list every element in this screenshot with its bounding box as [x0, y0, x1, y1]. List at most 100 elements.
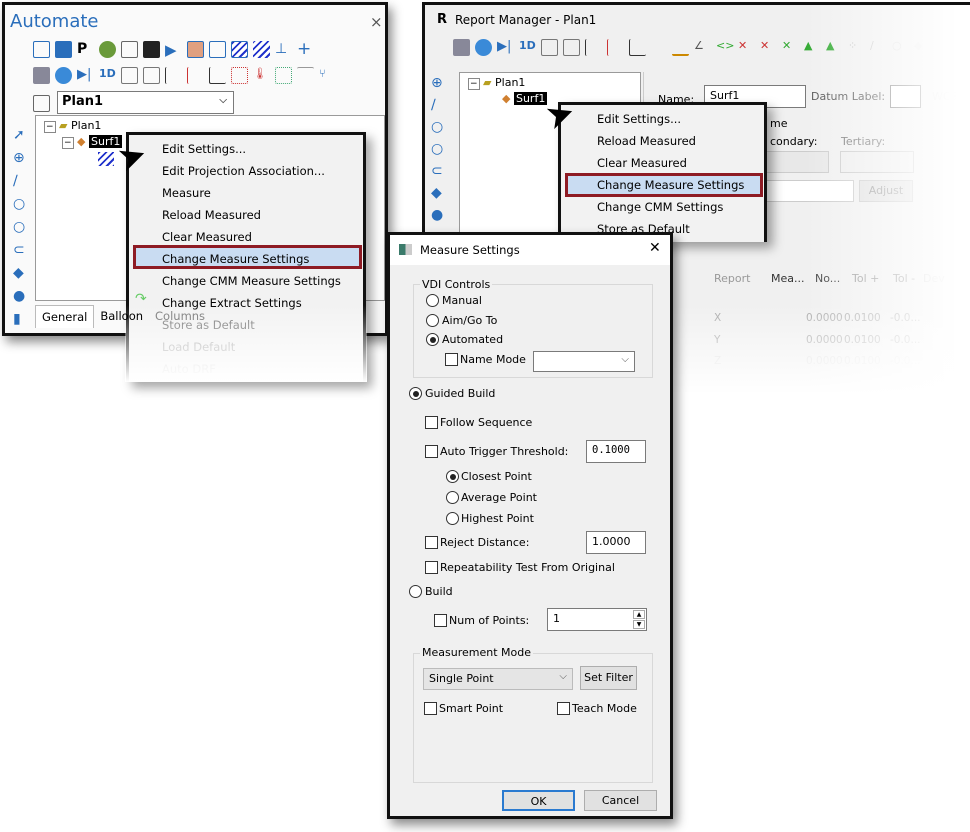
col-tol-plus[interactable]: Tol +: [852, 272, 879, 285]
reject-distance-checkbox[interactable]: [425, 536, 438, 549]
manual-radio[interactable]: [426, 294, 439, 307]
cone-red-icon[interactable]: ▲: [826, 39, 843, 56]
ellipse-icon[interactable]: ○: [431, 141, 449, 157]
secondary-select[interactable]: [764, 151, 829, 173]
thermometer-icon[interactable]: 🌡: [253, 67, 270, 84]
collapse-icon[interactable]: −: [62, 137, 74, 149]
sphere-icon[interactable]: ●: [431, 207, 449, 223]
axes-icon[interactable]: [585, 39, 602, 56]
intersect-red-icon[interactable]: ✕: [760, 39, 777, 56]
measurement-mode-select[interactable]: Single Point ⌵: [423, 668, 573, 690]
menu-item-change-cmm-measure-settings[interactable]: Change CMM Measure Settings: [162, 274, 341, 288]
1d-icon[interactable]: 1D: [99, 67, 116, 84]
field-input[interactable]: [764, 180, 854, 202]
info-icon[interactable]: [475, 39, 492, 56]
datum-icon[interactable]: [607, 39, 624, 56]
tab-balloon[interactable]: Balloon: [94, 305, 149, 328]
distance-icon[interactable]: [672, 39, 689, 56]
teach-mode-checkbox[interactable]: [557, 702, 570, 715]
graph-icon[interactable]: [209, 67, 226, 84]
p-icon[interactable]: P: [77, 41, 94, 58]
1d-icon[interactable]: 1D: [519, 39, 536, 56]
robot-icon[interactable]: [187, 41, 204, 58]
grid-icon[interactable]: [275, 67, 292, 84]
stepper-up-icon[interactable]: ▲: [633, 610, 645, 619]
point-icon[interactable]: ⊕: [13, 150, 31, 166]
branch-icon[interactable]: ⑂: [319, 67, 336, 84]
vision-icon[interactable]: [541, 39, 558, 56]
circle-icon[interactable]: ○: [13, 196, 31, 212]
datum-input[interactable]: [890, 85, 921, 108]
menu-item-reload-measured[interactable]: Reload Measured: [162, 208, 261, 222]
sphere-icon[interactable]: ●: [13, 288, 31, 304]
points-icon[interactable]: ⁘: [848, 39, 865, 56]
num-points-stepper[interactable]: 1 ▲ ▼: [547, 608, 647, 631]
ok-button[interactable]: OK: [502, 790, 575, 811]
col-measured[interactable]: Mea...: [771, 272, 805, 285]
menu-item-edit-settings[interactable]: Edit Settings...: [162, 142, 246, 156]
slot-icon[interactable]: ⊂: [431, 163, 449, 179]
lines-icon[interactable]: [297, 67, 314, 84]
cancel-button[interactable]: Cancel: [584, 790, 657, 811]
plus-icon[interactable]: +: [297, 41, 314, 58]
col-report[interactable]: Report: [714, 272, 750, 285]
circle-icon[interactable]: ○: [431, 119, 449, 135]
probe-icon[interactable]: [99, 41, 116, 58]
tab-columns[interactable]: Columns: [149, 305, 211, 328]
intersect-icon[interactable]: ✕: [738, 39, 755, 56]
menu-item-change-measure-settings[interactable]: Change Measure Settings: [162, 252, 309, 266]
tree-item-plan1[interactable]: − ▰ Plan1: [468, 76, 525, 90]
close-button[interactable]: ✕: [649, 240, 661, 256]
tab-general[interactable]: General: [35, 305, 95, 328]
vision-icon[interactable]: [121, 67, 138, 84]
list-icon[interactable]: [143, 41, 160, 58]
tertiary-select[interactable]: [840, 151, 914, 173]
col-nominal[interactable]: No...: [815, 272, 840, 285]
menu-item-measure[interactable]: Measure: [162, 186, 211, 200]
plane-icon[interactable]: ◆: [914, 39, 931, 56]
menu-item-load-default[interactable]: Load Default: [162, 340, 235, 354]
line-icon[interactable]: ∕: [13, 173, 31, 189]
menu-item-change-measure-settings[interactable]: Change Measure Settings: [597, 178, 744, 192]
plane-icon[interactable]: ◆: [13, 265, 31, 281]
name-mode-checkbox[interactable]: [445, 353, 458, 366]
menu-item-clear-measured[interactable]: Clear Measured: [162, 230, 252, 244]
automated-radio[interactable]: [426, 333, 439, 346]
close-button[interactable]: ×: [370, 13, 383, 31]
repeatability-checkbox[interactable]: [425, 561, 438, 574]
graph-icon[interactable]: [629, 39, 646, 56]
angle-icon[interactable]: ∠: [694, 39, 711, 56]
datum-icon[interactable]: [187, 67, 204, 84]
closest-point-radio[interactable]: [446, 470, 459, 483]
cone-icon[interactable]: ▲: [804, 39, 821, 56]
point-icon[interactable]: ⊕: [431, 75, 449, 91]
guided-build-radio[interactable]: [409, 387, 422, 400]
intersect-green-icon[interactable]: ✕: [782, 39, 799, 56]
line-icon[interactable]: ∕: [870, 39, 887, 56]
play-icon[interactable]: ▶: [165, 41, 182, 59]
vector-point-icon[interactable]: ➚: [13, 127, 31, 143]
camera-icon[interactable]: [453, 39, 470, 56]
num-points-checkbox[interactable]: [434, 614, 447, 627]
camera-icon[interactable]: [33, 67, 50, 84]
smart-point-checkbox[interactable]: [424, 702, 437, 715]
table-icon[interactable]: [143, 67, 160, 84]
average-point-radio[interactable]: [446, 491, 459, 504]
menu-item-edit-settings[interactable]: Edit Settings...: [597, 112, 681, 126]
auto-trigger-checkbox[interactable]: [425, 445, 438, 458]
tag-icon[interactable]: [209, 41, 226, 58]
info-icon[interactable]: [55, 67, 72, 84]
add-alignment-icon[interactable]: [33, 95, 50, 112]
stepper-down-icon[interactable]: ▼: [633, 620, 645, 629]
book-icon[interactable]: [55, 41, 72, 58]
col-tol-minus[interactable]: Tol -: [893, 272, 915, 285]
col-dev[interactable]: Dev: [923, 272, 945, 285]
probe-target-icon[interactable]: ⊥: [275, 41, 292, 58]
edit-icon[interactable]: [33, 41, 50, 58]
collapse-icon[interactable]: −: [468, 78, 480, 90]
highest-point-radio[interactable]: [446, 512, 459, 525]
plan-select[interactable]: Plan1 ⌵: [57, 91, 234, 114]
menu-item-reload-measured[interactable]: Reload Measured: [597, 134, 696, 148]
build-radio[interactable]: [409, 585, 422, 598]
table-icon[interactable]: [563, 39, 580, 56]
